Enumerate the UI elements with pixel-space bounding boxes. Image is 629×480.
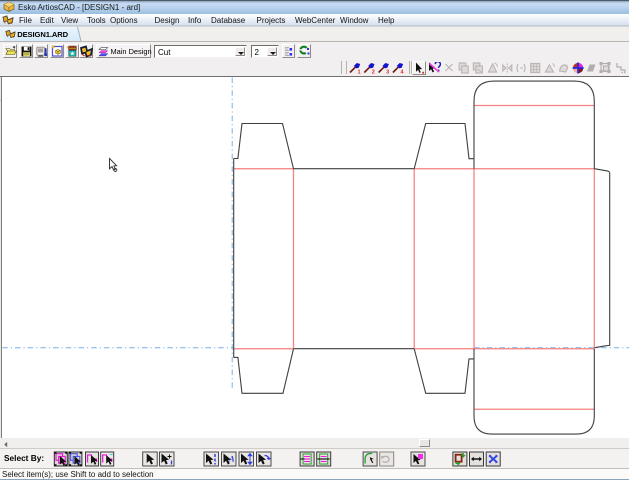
svg-text:2: 2 — [371, 70, 374, 76]
svg-text:A: A — [228, 453, 235, 463]
svg-text:4: 4 — [400, 70, 403, 76]
svg-text:3: 3 — [386, 70, 389, 76]
svg-text:1: 1 — [357, 70, 360, 76]
